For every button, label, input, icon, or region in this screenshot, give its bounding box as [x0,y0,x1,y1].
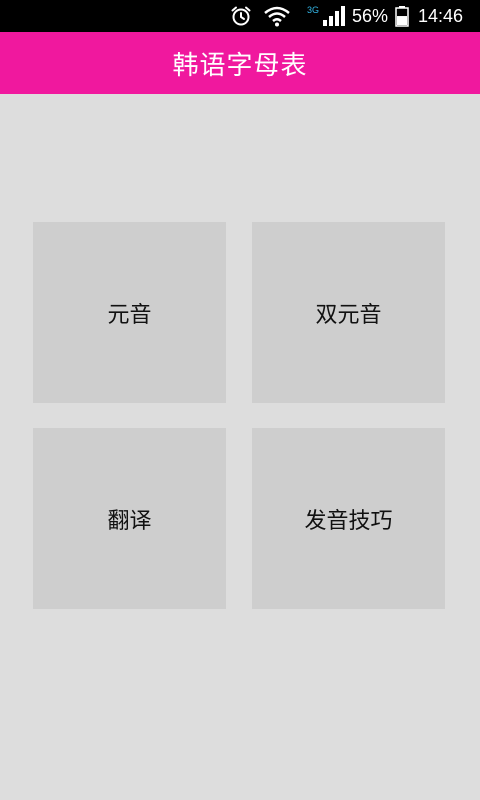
menu-tile-label: 翻译 [107,508,152,534]
menu-tile-label: 双元音 [315,302,382,328]
network-type-label: 3G [307,5,319,15]
app-title: 韩语字母表 [172,50,308,81]
status-bar: 3G 56% 14:46 [0,0,480,32]
menu-tile-vowels[interactable]: 元音 [33,222,226,403]
signal-3g-icon: 3G [307,5,345,26]
menu-tile-label: 元音 [107,302,152,328]
wifi-icon [264,6,290,27]
clock: 14:46 [418,6,464,26]
menu-tile-diphthongs[interactable]: 双元音 [252,222,445,403]
battery-icon [395,6,409,27]
alarm-icon [231,6,251,26]
battery-fill [397,16,407,25]
menu-tile-label: 发音技巧 [304,508,393,534]
menu-tile-pronunciation-tips[interactable]: 发音技巧 [252,428,445,609]
battery-percent: 56% [352,6,389,26]
menu-tile-translate[interactable]: 翻译 [33,428,226,609]
app-title-bar: 韩语字母表 [0,32,480,94]
